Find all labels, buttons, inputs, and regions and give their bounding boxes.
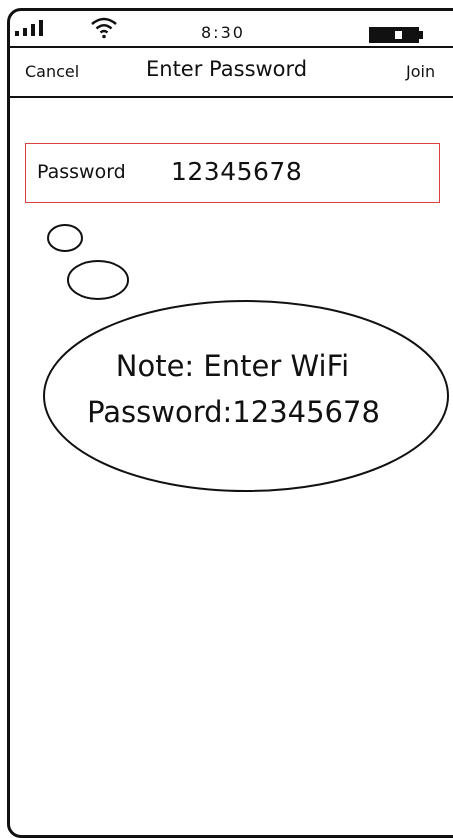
cellular-signal-icon: [15, 20, 43, 36]
cancel-button[interactable]: Cancel: [25, 62, 79, 82]
password-field-value[interactable]: 12345678: [171, 157, 302, 187]
wifi-icon: [91, 17, 117, 39]
note-text-line1: Note: Enter WiFi: [115, 349, 350, 383]
status-time: 8:30: [201, 23, 245, 42]
password-field[interactable]: Password 12345678: [25, 143, 440, 203]
note-text-line2: Password:12345678: [87, 395, 380, 429]
password-field-label: Password: [37, 161, 126, 183]
nav-bar-divider: [9, 96, 453, 98]
join-button[interactable]: Join: [406, 62, 435, 82]
status-bar-divider: [9, 46, 453, 48]
page-title: Enter Password: [146, 57, 308, 81]
battery-icon: [369, 27, 423, 43]
